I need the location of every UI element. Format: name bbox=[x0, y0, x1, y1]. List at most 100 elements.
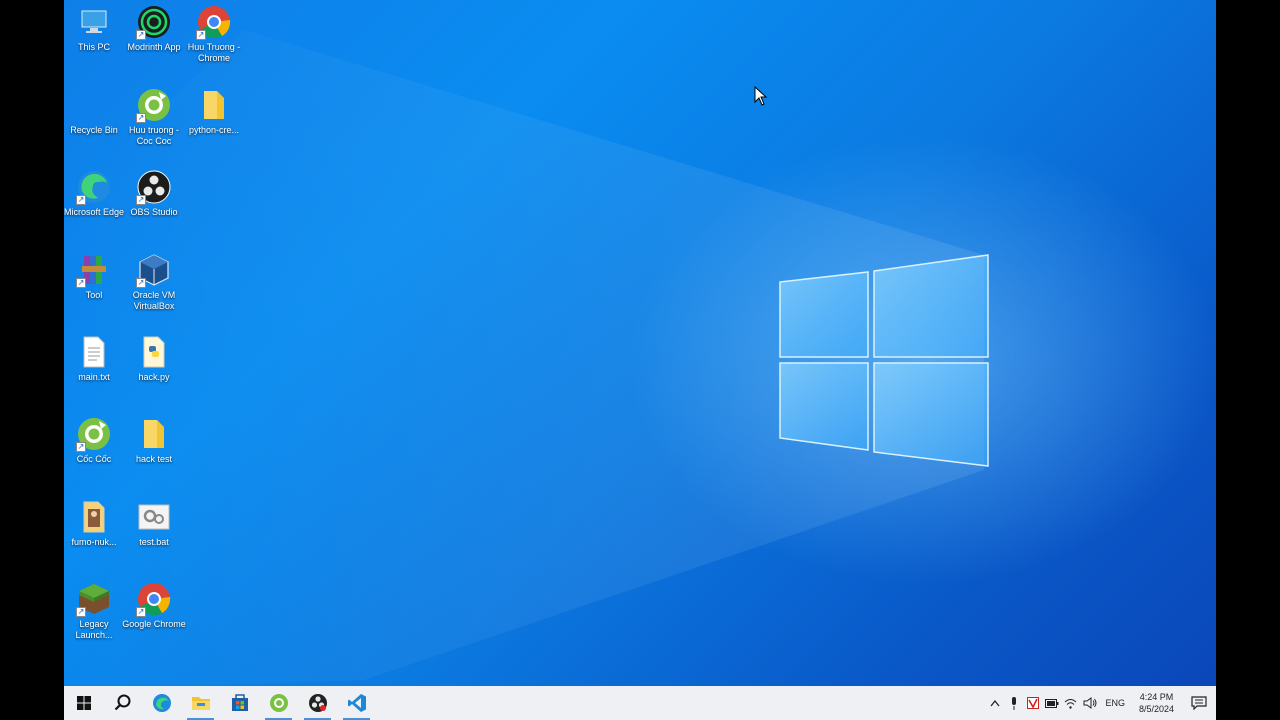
desktop-icon[interactable]: ↗ Google Chrome bbox=[122, 581, 186, 657]
desktop-icon[interactable]: hack test bbox=[124, 416, 184, 492]
shortcut-arrow-icon: ↗ bbox=[136, 607, 146, 617]
desktop-icon-label: This PC bbox=[77, 42, 110, 52]
chevron-up-icon bbox=[990, 699, 1000, 707]
desktop-icon-label: hack test bbox=[135, 454, 173, 464]
search-icon bbox=[114, 694, 130, 711]
python-file-icon bbox=[136, 334, 172, 370]
desktop-icon[interactable]: Recycle Bin bbox=[64, 87, 124, 163]
desktop-icon-label: test.bat bbox=[139, 537, 169, 547]
batch-file-icon bbox=[136, 499, 172, 535]
shortcut-arrow-icon: ↗ bbox=[136, 30, 146, 40]
desktop-icon[interactable]: ↗ Huu Truong - Chrome bbox=[184, 4, 244, 80]
search-button[interactable] bbox=[103, 686, 142, 720]
clock-date: 8/5/2024 bbox=[1138, 704, 1174, 714]
network-tray-button[interactable] bbox=[1061, 686, 1080, 720]
winrar-icon: ↗ bbox=[76, 252, 112, 288]
desktop-icon-label: Cốc Cốc bbox=[76, 454, 112, 464]
battery-icon bbox=[1044, 698, 1059, 708]
wifi-icon bbox=[1065, 698, 1077, 709]
desktop-icon[interactable]: ↗ Modrinth App bbox=[124, 4, 184, 80]
antivirus-icon bbox=[1026, 697, 1039, 709]
desktop-icon[interactable]: main.txt bbox=[64, 334, 124, 410]
desktop-icon[interactable]: ↗ Huu truong - Coc Coc bbox=[124, 87, 184, 163]
desktop-icon[interactable]: fumo-nuk... bbox=[64, 499, 124, 575]
coccoc-icon: ↗ bbox=[136, 87, 172, 123]
show-hidden-icons-button[interactable] bbox=[985, 686, 1004, 720]
windows-logo-icon bbox=[76, 696, 91, 710]
desktop-icon[interactable]: test.bat bbox=[124, 499, 184, 575]
shortcut-arrow-icon: ↗ bbox=[136, 195, 146, 205]
shortcut-arrow-icon: ↗ bbox=[76, 278, 86, 288]
notification-icon bbox=[1191, 696, 1207, 710]
this-pc-icon bbox=[76, 4, 112, 40]
volume-tray-button[interactable] bbox=[1080, 686, 1099, 720]
shortcut-arrow-icon: ↗ bbox=[136, 113, 146, 123]
desktop-icon[interactable]: ↗ Legacy Launch... bbox=[64, 581, 124, 657]
desktop-icon-label: Huu truong - Coc Coc bbox=[128, 125, 180, 146]
desktop[interactable]: This PC ↗ Modrinth App ↗ Huu Truong - Chrome… bbox=[64, 0, 1216, 720]
desktop-icon-label: Tool bbox=[85, 290, 103, 300]
taskbar-vscode[interactable] bbox=[337, 686, 376, 720]
folder-icon bbox=[136, 416, 172, 452]
obs-icon: ↗ bbox=[136, 169, 172, 205]
obs-icon bbox=[308, 694, 327, 712]
modrinth-icon: ↗ bbox=[136, 4, 172, 40]
desktop-icon-label: OBS Studio bbox=[130, 207, 178, 217]
clock[interactable]: 4:24 PM 8/5/2024 bbox=[1131, 691, 1182, 715]
edge-icon: ↗ bbox=[76, 169, 112, 205]
coccoc-icon: ↗ bbox=[76, 416, 112, 452]
desktop-icon-label: main.txt bbox=[78, 372, 110, 382]
desktop-icon[interactable]: ↗ OBS Studio bbox=[124, 169, 184, 245]
battery-tray-button[interactable] bbox=[1042, 686, 1061, 720]
taskbar-store[interactable] bbox=[220, 686, 259, 720]
speaker-icon bbox=[1083, 697, 1097, 709]
chrome-icon: ↗ bbox=[196, 4, 232, 40]
minecraft-icon: ↗ bbox=[76, 581, 112, 617]
shortcut-arrow-icon: ↗ bbox=[196, 30, 206, 40]
recycle-bin-icon bbox=[76, 87, 112, 123]
clock-time: 4:24 PM bbox=[1139, 692, 1174, 702]
desktop-icon[interactable]: ↗ Microsoft Edge bbox=[64, 169, 124, 245]
desktop-icon-label: Legacy Launch... bbox=[75, 619, 113, 640]
desktop-icon-label: Google Chrome bbox=[122, 619, 186, 629]
edge-icon bbox=[152, 694, 171, 712]
notification-center-button[interactable] bbox=[1182, 686, 1216, 720]
input-language[interactable]: ENG bbox=[1099, 698, 1131, 708]
taskbar-edge[interactable] bbox=[142, 686, 181, 720]
taskbar: ENG 4:24 PM 8/5/2024 bbox=[64, 686, 1216, 720]
microphone-tray-button[interactable] bbox=[1004, 686, 1023, 720]
coccoc-icon bbox=[269, 694, 288, 712]
shortcut-arrow-icon: ↗ bbox=[136, 278, 146, 288]
desktop-icon[interactable]: ↗ Tool bbox=[64, 252, 124, 328]
antivirus-tray-button[interactable] bbox=[1023, 686, 1042, 720]
desktop-icons: This PC ↗ Modrinth App ↗ Huu Truong - Chrome… bbox=[64, 0, 264, 686]
microphone-icon bbox=[1011, 696, 1016, 710]
taskbar-coccoc[interactable] bbox=[259, 686, 298, 720]
desktop-icon-label: Microsoft Edge bbox=[64, 207, 125, 217]
desktop-icon[interactable]: This PC bbox=[64, 4, 124, 80]
desktop-icon-label: Huu Truong - Chrome bbox=[187, 42, 241, 63]
virtualbox-icon: ↗ bbox=[136, 252, 172, 288]
store-icon bbox=[231, 694, 248, 711]
desktop-icon[interactable]: ↗ Cốc Cốc bbox=[64, 416, 124, 492]
folder-icon bbox=[191, 697, 210, 710]
mouse-cursor bbox=[754, 86, 768, 106]
desktop-icon[interactable]: hack.py bbox=[124, 334, 184, 410]
shortcut-arrow-icon: ↗ bbox=[76, 195, 86, 205]
desktop-icon-label: Oracle VM VirtualBox bbox=[132, 290, 176, 311]
taskbar-obs[interactable] bbox=[298, 686, 337, 720]
chrome-icon: ↗ bbox=[136, 581, 172, 617]
start-button[interactable] bbox=[64, 686, 103, 720]
desktop-icon[interactable]: python-cre... bbox=[184, 87, 244, 163]
shortcut-arrow-icon: ↗ bbox=[76, 442, 86, 452]
desktop-icon-label: Modrinth App bbox=[127, 42, 181, 52]
desktop-icon-label: fumo-nuk... bbox=[71, 537, 117, 547]
desktop-icon-label: Recycle Bin bbox=[70, 125, 118, 135]
image-file-icon bbox=[76, 499, 112, 535]
folder-icon bbox=[196, 87, 232, 123]
taskbar-file-explorer[interactable] bbox=[181, 686, 220, 720]
system-tray: ENG 4:24 PM 8/5/2024 bbox=[985, 686, 1216, 720]
desktop-icon[interactable]: ↗ Oracle VM VirtualBox bbox=[124, 252, 184, 328]
desktop-icon-label: python-cre... bbox=[188, 125, 240, 135]
text-file-icon bbox=[76, 334, 112, 370]
